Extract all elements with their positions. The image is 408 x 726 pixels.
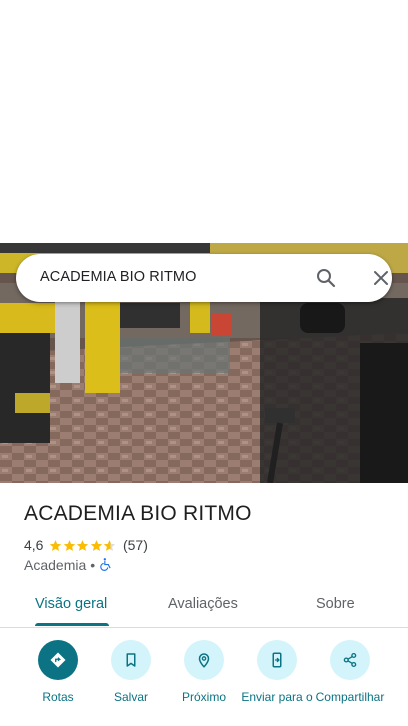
close-icon[interactable] <box>369 266 393 290</box>
review-count[interactable]: (57) <box>123 537 148 553</box>
save-label: Salvar <box>113 690 148 704</box>
search-input[interactable]: ACADEMIA BIO RITMO <box>40 269 197 285</box>
place-title: ACADEMIA BIO RITMO <box>24 502 252 525</box>
directions-label: Rotas <box>42 690 74 704</box>
nearby-icon <box>184 640 224 680</box>
send-to-phone-label: Enviar para o <box>241 690 313 704</box>
star-icon <box>63 539 76 551</box>
half-star-icon <box>104 539 116 551</box>
tab-active-indicator <box>35 623 109 626</box>
category-row: Academia • <box>24 556 113 574</box>
action-buttons: Rotas Salvar Próximo Enviar para o Compa… <box>0 640 408 726</box>
save-button[interactable]: Salvar <box>94 640 168 705</box>
rating-value: 4,6 <box>24 537 44 553</box>
tab-about[interactable]: Sobre <box>316 596 355 612</box>
map-area-blank <box>0 0 408 243</box>
nearby-button[interactable]: Próximo <box>167 640 241 705</box>
category-label: Academia <box>24 557 87 573</box>
send-to-phone-icon <box>257 640 297 680</box>
search-icon[interactable] <box>314 266 338 290</box>
send-to-phone-button[interactable]: Enviar para o <box>240 640 314 705</box>
rating-row[interactable]: 4,6 (57) <box>24 536 148 554</box>
star-rating <box>49 539 117 552</box>
separator-dot: • <box>90 557 96 573</box>
tab-overview[interactable]: Visão geral <box>35 596 107 612</box>
nearby-label: Próximo <box>181 690 226 704</box>
star-icon <box>50 539 62 551</box>
directions-button[interactable]: Rotas <box>21 640 95 705</box>
tab-reviews[interactable]: Avaliações <box>168 596 238 612</box>
directions-icon <box>38 640 78 680</box>
place-tabs: Visão geral Avaliações Sobre <box>0 586 408 628</box>
bookmark-icon <box>111 640 151 680</box>
wheelchair-accessible-icon <box>99 557 113 574</box>
search-bar[interactable]: ACADEMIA BIO RITMO <box>16 254 392 302</box>
star-icon <box>90 539 103 551</box>
share-label: Compartilhar <box>315 690 385 704</box>
star-icon <box>77 539 89 551</box>
share-icon <box>330 640 370 680</box>
share-button[interactable]: Compartilhar <box>313 640 387 705</box>
